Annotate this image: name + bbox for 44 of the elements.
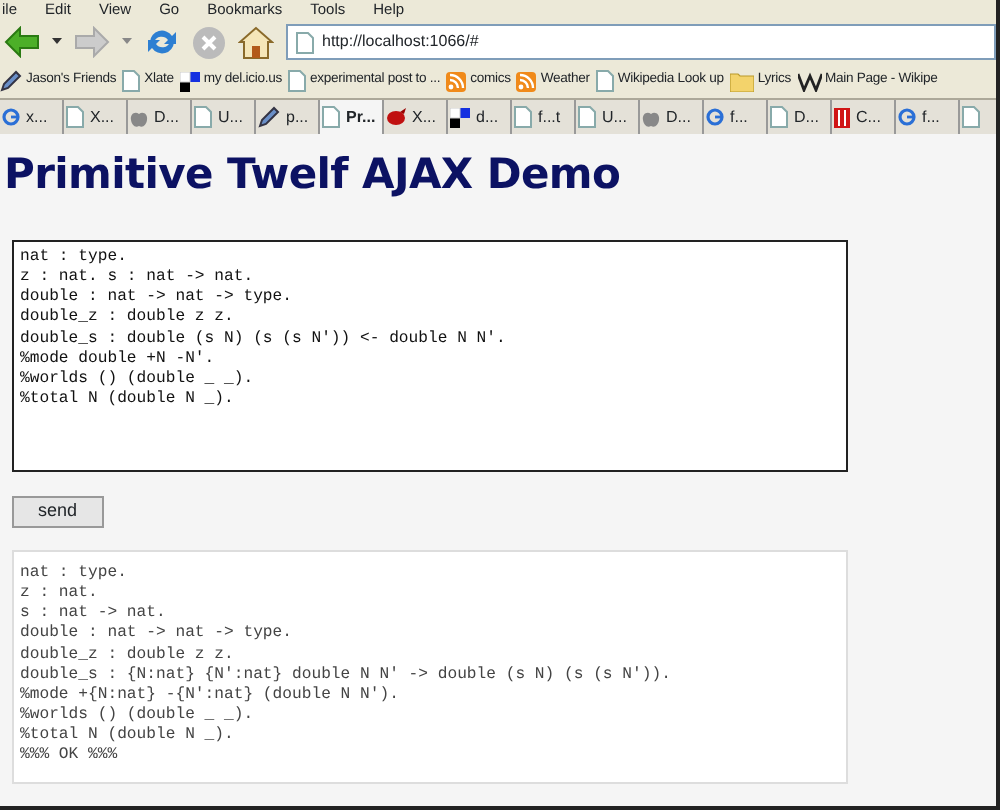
tab[interactable]: D... (640, 100, 704, 134)
bird-icon (386, 108, 406, 126)
g-icon (898, 108, 916, 126)
tab[interactable]: p... (256, 100, 320, 134)
bars-icon (834, 107, 850, 127)
code-input-field[interactable]: nat : type. z : nat. s : nat -> nat. double : nat -> nat -> type. double_z : double z z. double_s : double (s N) (s (s N')) <- double N N'. %mode double +N -N'. %worlds () (double _ _). %total N (double N _). (12, 240, 848, 473)
page-icon (122, 70, 141, 92)
tab[interactable]: f... (896, 100, 960, 134)
pencil-icon (258, 106, 280, 128)
apple-icon (642, 107, 660, 127)
tab[interactable]: f... (704, 100, 768, 134)
tab[interactable]: X... (64, 100, 128, 134)
feed-icon (516, 71, 537, 91)
pencil-icon (0, 70, 22, 92)
g-icon (2, 108, 20, 126)
tab[interactable]: x... (0, 100, 64, 134)
send-button[interactable]: send (12, 496, 104, 529)
address-field[interactable]: http://localhost:1066/# (286, 24, 996, 60)
squares-icon (179, 71, 200, 91)
back-icon[interactable] (4, 26, 40, 58)
output-text: nat : type. z : nat. s : nat -> nat. double : nat -> nat -> type. double_z : double z z. double_s : {N:nat} {N':nat} double N N' -> double (s N) (s (s N')). %mode +{N:nat} -{N':nat} (double N N'). %worlds () (double _ _). %total N (double N _). %%% OK %%% (20, 564, 673, 767)
tab[interactable]: C... (832, 100, 896, 134)
g-icon (706, 108, 724, 126)
folder-icon (729, 71, 754, 91)
tab[interactable]: D... (128, 100, 192, 134)
w-icon (797, 71, 822, 91)
feed-icon (446, 71, 467, 91)
apple-icon (130, 107, 148, 127)
tab[interactable]: Pr... (320, 100, 384, 134)
home-icon[interactable] (238, 25, 274, 59)
page-icon (296, 31, 314, 53)
forward-icon[interactable] (74, 26, 110, 58)
tab[interactable]: U... (576, 100, 640, 134)
stop-icon[interactable] (192, 25, 226, 59)
tab[interactable]: D... (768, 100, 832, 134)
tab[interactable]: d... (448, 100, 512, 134)
tab[interactable]: X... (384, 100, 448, 134)
squares-icon (450, 107, 470, 127)
page-heading: Primitive Twelf AJAX Demo (4, 150, 623, 201)
tab[interactable]: U... (192, 100, 256, 134)
tab[interactable]: f...t (512, 100, 576, 134)
page-icon (287, 70, 306, 92)
dropdown-icon[interactable] (52, 38, 62, 46)
page-icon (595, 70, 614, 92)
